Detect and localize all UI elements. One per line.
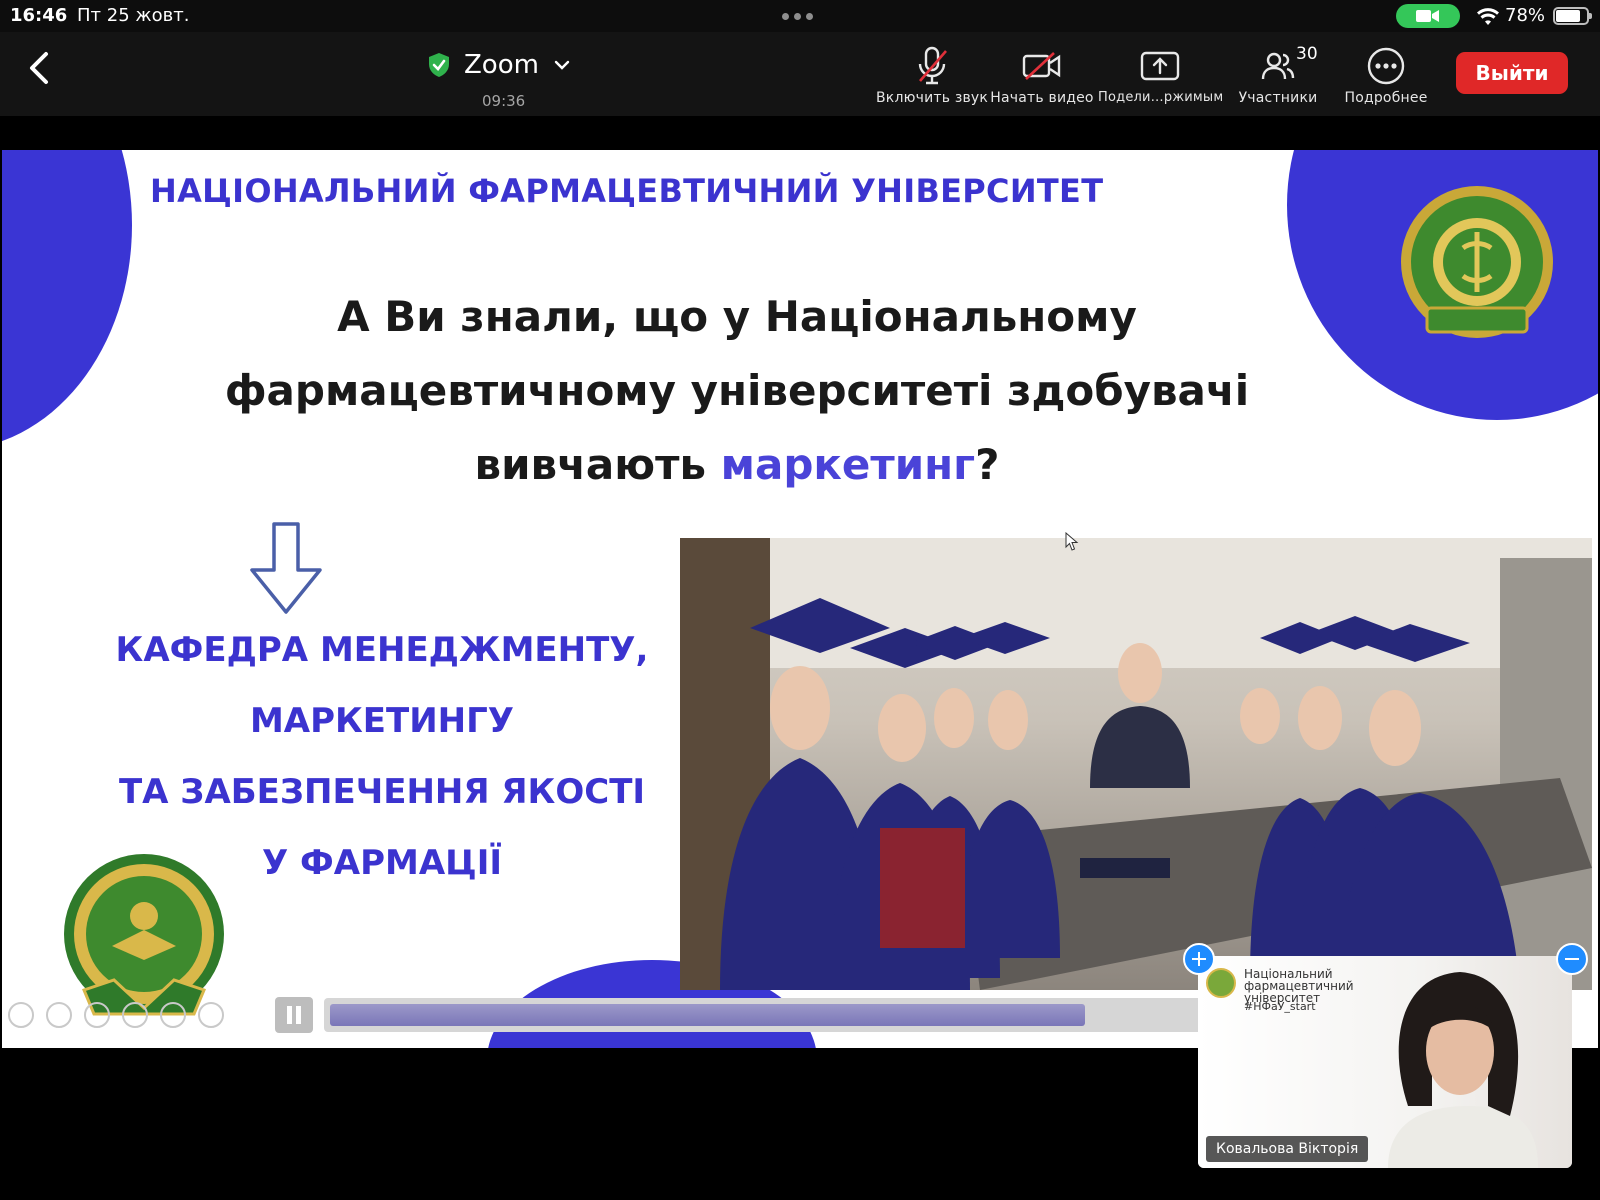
question-highlight: маркетинг bbox=[720, 440, 976, 489]
start-video-label: Начать видео bbox=[990, 90, 1094, 106]
wifi-icon bbox=[1477, 8, 1499, 25]
more-label: Подробнее bbox=[1344, 90, 1428, 106]
chevron-down-icon bbox=[554, 60, 570, 70]
camera-in-use-icon bbox=[1396, 4, 1460, 28]
chevron-left-icon bbox=[30, 52, 48, 84]
battery-icon bbox=[1553, 7, 1592, 25]
participants-label: Участники bbox=[1238, 90, 1318, 106]
self-view-video[interactable]: Національний фармацевтичний університет … bbox=[1198, 956, 1572, 1168]
arrow-down-icon bbox=[250, 522, 322, 614]
meeting-timer: 09:36 bbox=[482, 92, 526, 110]
next-slide-icon[interactable] bbox=[46, 1002, 72, 1028]
meeting-name: Zoom bbox=[464, 50, 539, 80]
expand-view-button[interactable] bbox=[1183, 943, 1215, 975]
unmute-button[interactable]: Включить звук bbox=[876, 42, 988, 106]
slide-university-title: НАЦІОНАЛЬНИЙ ФАРМАЦЕВТИЧНИЙ УНІВЕРСИТЕТ bbox=[150, 172, 1104, 210]
leave-meeting-button[interactable]: Выйти bbox=[1456, 52, 1568, 94]
more-options-icon[interactable] bbox=[198, 1002, 224, 1028]
pen-icon[interactable] bbox=[84, 1002, 110, 1028]
shield-check-icon bbox=[429, 53, 449, 77]
department-line: МАРКЕТИНГУ bbox=[249, 701, 515, 741]
video-off-icon bbox=[1022, 52, 1061, 80]
slides-icon[interactable] bbox=[122, 1002, 148, 1028]
participant-video bbox=[1388, 972, 1538, 1168]
status-bar: 16:46 Пт 25 жовт. 78% bbox=[0, 0, 1600, 32]
back-button[interactable] bbox=[22, 48, 58, 88]
video-progress-fill bbox=[330, 1004, 1085, 1026]
virtual-background-hashtag: #НФаУ_start bbox=[1244, 1000, 1316, 1013]
mouse-pointer-icon bbox=[1065, 532, 1079, 551]
status-date: Пт 25 жовт. bbox=[77, 5, 190, 26]
battery-percent: 78% bbox=[1505, 5, 1546, 26]
zoom-icon[interactable] bbox=[160, 1002, 186, 1028]
department-line: КАФЕДРА МЕНЕДЖМЕНТУ, bbox=[115, 630, 649, 670]
minimize-view-button[interactable] bbox=[1556, 943, 1588, 975]
meeting-toolbar: Zoom 09:36 Включить звук Начать видео По… bbox=[0, 32, 1600, 116]
previous-slide-icon[interactable] bbox=[8, 1002, 34, 1028]
microphone-muted-icon bbox=[918, 46, 947, 85]
share-screen-icon bbox=[1140, 51, 1180, 81]
participants-icon bbox=[1261, 52, 1295, 80]
department-seal-icon bbox=[64, 854, 224, 1016]
share-screen-button[interactable]: Подели…ржимым bbox=[1098, 42, 1224, 105]
meeting-title-dropdown[interactable]: Zoom bbox=[428, 50, 571, 80]
participant-name-tag: Ковальова Вікторія bbox=[1206, 1136, 1369, 1162]
question-mark: ? bbox=[975, 440, 1000, 489]
participants-count: 30 bbox=[1296, 44, 1318, 64]
decorative-circle bbox=[2, 150, 132, 450]
status-time: 16:46 bbox=[10, 5, 68, 26]
video-progress-bar[interactable] bbox=[324, 998, 1204, 1032]
more-button[interactable]: Подробнее bbox=[1336, 42, 1436, 106]
start-video-button[interactable]: Начать видео bbox=[988, 42, 1096, 106]
shared-screen-slide: НАЦІОНАЛЬНИЙ ФАРМАЦЕВТИЧНИЙ УНІВЕРСИТЕТ … bbox=[2, 150, 1598, 1048]
slide-question: А Ви знали, що у Національному фармацевт… bbox=[162, 280, 1312, 502]
university-logo-icon bbox=[1206, 968, 1236, 998]
pause-button[interactable] bbox=[275, 997, 313, 1033]
unmute-label: Включить звук bbox=[876, 90, 989, 106]
multitasking-dots-icon[interactable] bbox=[782, 13, 813, 20]
university-seal-icon bbox=[1401, 186, 1553, 338]
participants-button[interactable]: 30 Участники bbox=[1230, 42, 1326, 106]
department-line: ТА ЗАБЕЗПЕЧЕННЯ ЯКОСТІ bbox=[118, 772, 646, 812]
more-icon bbox=[1367, 47, 1405, 85]
share-screen-label: Подели…ржимым bbox=[1098, 90, 1224, 105]
slide-control-icons bbox=[8, 1002, 224, 1028]
graduates-photo bbox=[680, 538, 1592, 990]
